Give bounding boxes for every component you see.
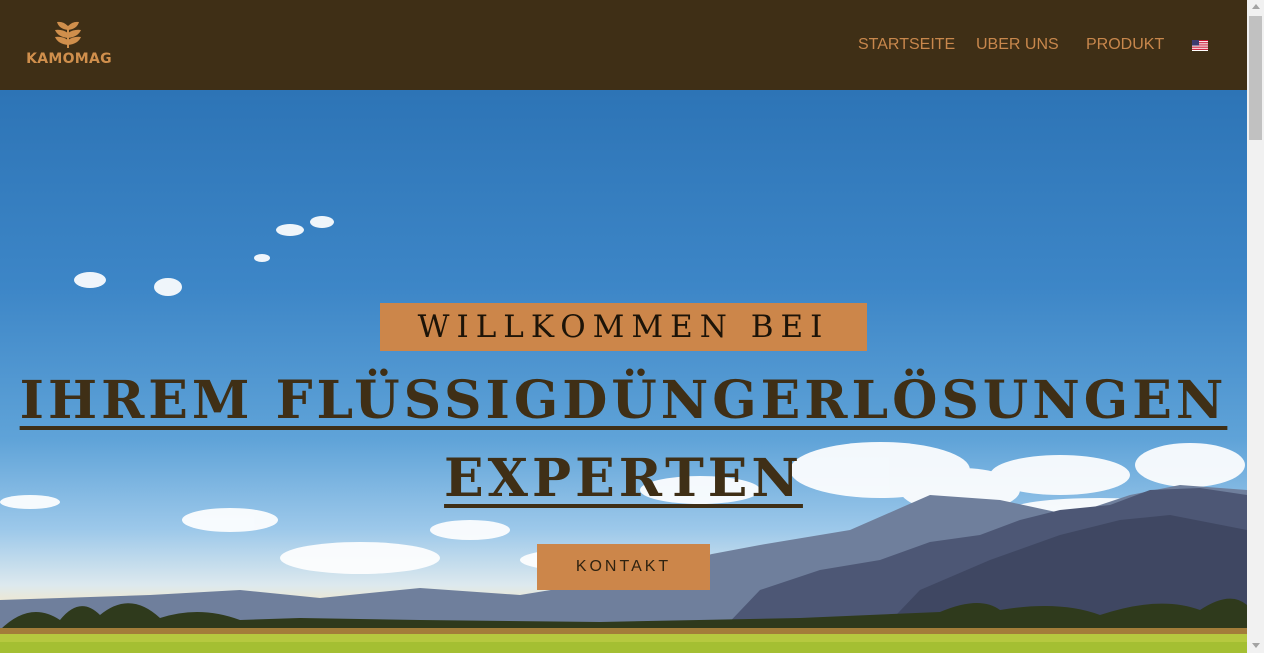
hero-headline: IHREM FLÜSSIGDÜNGERLÖSUNGEN EXPERTEN: [0, 362, 1247, 518]
vertical-scrollbar[interactable]: [1247, 0, 1264, 653]
scroll-up-arrow-icon[interactable]: [1252, 4, 1260, 9]
headline-line-1: IHREM FLÜSSIGDÜNGERLÖSUNGEN: [19, 370, 1228, 431]
site-header: KAMOMAG STARTSEITE UBER UNS PRODUKT: [0, 0, 1247, 90]
scroll-down-arrow-icon[interactable]: [1252, 643, 1260, 648]
hero-banner: WILLKOMMEN BEI IHREM FLÜSSIGDÜNGERLÖSUNG…: [0, 90, 1247, 653]
wheat-leaf-icon: [55, 21, 81, 48]
welcome-badge: WILLKOMMEN BEI: [380, 303, 867, 351]
logo[interactable]: KAMOMAG: [26, 20, 112, 70]
nav-item-produkt[interactable]: PRODUKT: [1086, 36, 1164, 54]
nav-item-startseite[interactable]: STARTSEITE: [858, 36, 955, 54]
welcome-text: WILLKOMMEN BEI: [417, 309, 830, 345]
logo-text: KAMOMAG: [26, 51, 112, 67]
nav-item-uber-uns[interactable]: UBER UNS: [976, 36, 1059, 54]
us-flag-icon[interactable]: [1192, 40, 1208, 51]
headline-line-2: EXPERTEN: [444, 448, 803, 509]
scrollbar-thumb[interactable]: [1249, 16, 1262, 140]
contact-button[interactable]: KONTAKT: [537, 544, 710, 590]
